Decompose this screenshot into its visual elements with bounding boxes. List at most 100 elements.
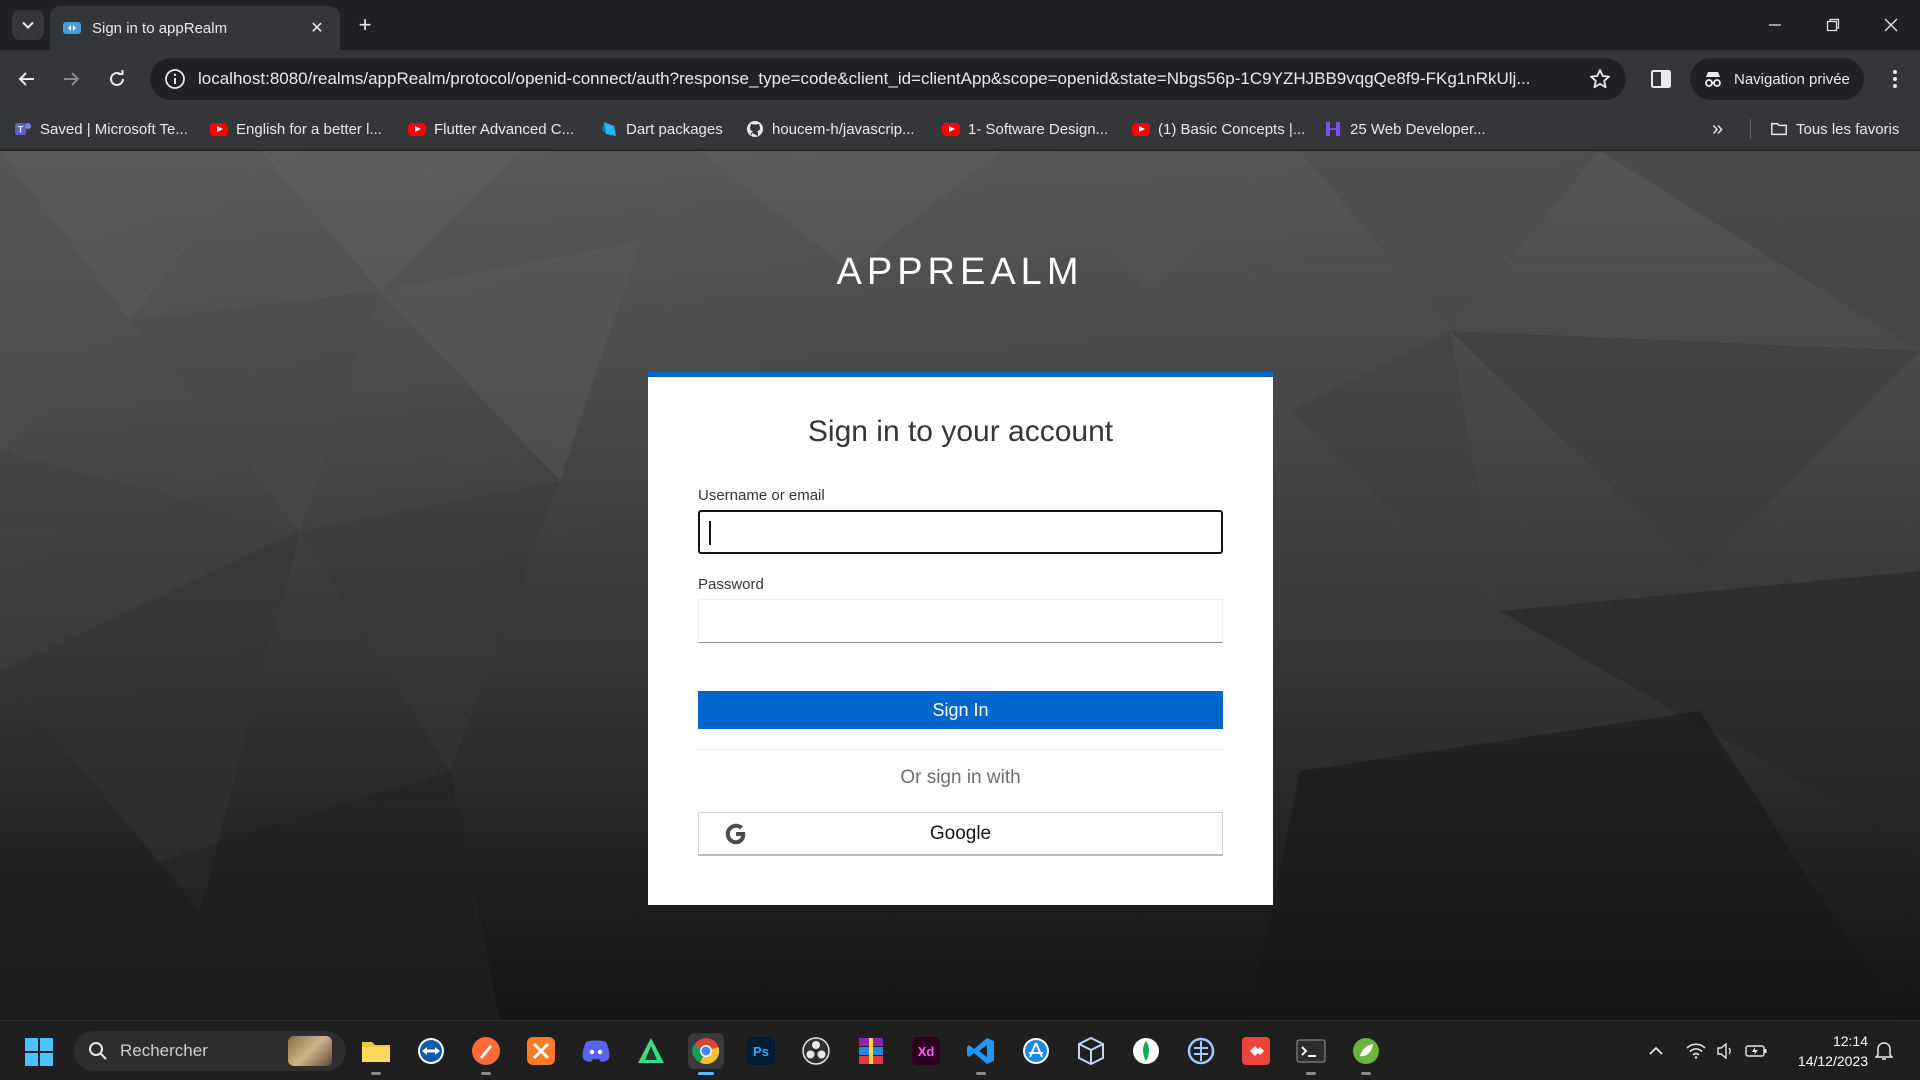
terminal-icon[interactable] <box>1293 1033 1329 1075</box>
bookmark-label: 1- Software Design... <box>968 120 1109 138</box>
obs-icon[interactable] <box>798 1033 834 1069</box>
teams-icon: T <box>14 120 32 138</box>
vscode-icon[interactable] <box>963 1033 999 1075</box>
bookmark-label: Dart packages <box>626 120 723 138</box>
bookmark-label: houcem-h/javascrip... <box>772 120 915 138</box>
spring-tools-icon[interactable] <box>1348 1033 1384 1075</box>
winrar-icon[interactable] <box>853 1033 889 1069</box>
notifications-icon[interactable] <box>1872 1039 1896 1063</box>
google-label: Google <box>929 822 992 844</box>
xampp-icon[interactable] <box>523 1033 559 1069</box>
bookmark-item[interactable]: T Saved | Microsoft Te... <box>14 116 188 142</box>
teamviewer-icon[interactable] <box>413 1033 449 1069</box>
divider <box>698 749 1223 750</box>
network-tool-icon[interactable] <box>1183 1033 1219 1069</box>
bookmark-label: (1) Basic Concepts |... <box>1158 120 1306 138</box>
text-caret <box>709 521 711 545</box>
bookmark-item[interactable]: houcem-h/javascrip... <box>746 116 915 142</box>
restore-button[interactable] <box>1804 0 1862 50</box>
all-bookmarks-button[interactable]: Tous les favoris <box>1770 116 1899 142</box>
mongodb-compass-icon[interactable] <box>1128 1033 1164 1069</box>
bookmark-item[interactable]: Flutter Advanced C... <box>408 116 574 142</box>
discord-icon[interactable] <box>578 1033 614 1069</box>
sign-in-button[interactable]: Sign In <box>698 691 1223 729</box>
arrow-right-icon <box>64 72 80 86</box>
tray-overflow-icon[interactable] <box>1644 1039 1668 1063</box>
bookmark-label: 25 Web Developer... <box>1350 120 1486 138</box>
postman-icon[interactable] <box>468 1033 504 1075</box>
folder-icon <box>1770 120 1788 138</box>
chrome-icon[interactable] <box>688 1033 724 1075</box>
bookmark-label: Flutter Advanced C... <box>434 120 575 138</box>
bookmark-label: Saved | Microsoft Te... <box>40 120 188 138</box>
url-text[interactable]: localhost:8080/realms/appRealm/protocol/… <box>198 69 1576 89</box>
reload-icon <box>110 70 124 86</box>
password-label: Password <box>698 576 764 593</box>
app-store-icon[interactable] <box>1018 1033 1054 1069</box>
google-sign-in-button[interactable]: Google <box>698 812 1223 856</box>
bookmark-item[interactable]: 25 Web Developer... <box>1324 116 1486 142</box>
browser-toolbar: localhost:8080/realms/appRealm/protocol/… <box>0 50 1920 108</box>
search-highlight-icon <box>288 1036 332 1066</box>
card-title: Sign in to your account <box>807 415 1114 448</box>
svg-text:T: T <box>18 125 24 135</box>
browser-tab-active[interactable]: Sign in to appRealm ✕ <box>50 6 340 50</box>
taskbar-search[interactable]: Rechercher <box>74 1031 346 1071</box>
close-icon <box>1884 18 1898 32</box>
browser-menu-button[interactable] <box>1880 64 1910 94</box>
anydesk-icon[interactable] <box>1238 1033 1274 1069</box>
tab-close-icon[interactable]: ✕ <box>306 17 328 39</box>
tab-search-button[interactable] <box>12 10 44 40</box>
taskbar-clock[interactable]: 12:14 14/12/2023 <box>1780 1031 1868 1071</box>
google-icon <box>725 823 746 845</box>
minimize-button[interactable] <box>1746 0 1804 50</box>
youtube-icon <box>210 120 228 138</box>
more-vertical-icon <box>1893 70 1897 88</box>
android-studio-icon[interactable] <box>633 1033 669 1069</box>
site-info-icon[interactable] <box>164 68 186 90</box>
bookmark-item[interactable]: 1- Software Design... <box>942 116 1108 142</box>
password-input[interactable] <box>698 599 1223 643</box>
bookmark-star-icon[interactable] <box>1588 67 1612 91</box>
taskbar-search-placeholder: Rechercher <box>120 1041 208 1060</box>
photoshop-icon[interactable]: Ps <box>743 1033 779 1069</box>
volume-icon[interactable] <box>1714 1039 1738 1063</box>
address-bar[interactable]: localhost:8080/realms/appRealm/protocol/… <box>150 58 1626 100</box>
new-tab-button[interactable]: + <box>352 12 378 38</box>
bookmark-site-icon <box>1324 120 1342 138</box>
arrow-left-icon <box>18 72 34 86</box>
login-page: APPREALM Sign in to your account Usernam… <box>0 151 1920 1020</box>
bookmark-label: English for a better l... <box>236 120 382 138</box>
incognito-label: Navigation privée <box>1734 70 1850 88</box>
youtube-icon <box>1132 120 1150 138</box>
windows-start-icon[interactable] <box>24 1037 54 1067</box>
svg-text:Xd: Xd <box>918 1044 935 1059</box>
chevron-down-icon <box>22 21 34 29</box>
forward-button[interactable] <box>56 64 86 94</box>
youtube-icon <box>408 120 426 138</box>
clock-time: 12:14 <box>1832 1033 1868 1049</box>
adobe-xd-icon[interactable]: Xd <box>908 1033 944 1069</box>
wifi-icon[interactable] <box>1684 1039 1708 1063</box>
or-sign-in-with-text: Or sign in with <box>900 767 1021 788</box>
bookmark-item[interactable]: (1) Basic Concepts |... <box>1132 116 1305 142</box>
reload-button[interactable] <box>102 64 132 94</box>
youtube-icon <box>942 120 960 138</box>
bookmark-item[interactable]: Dart packages <box>600 116 723 142</box>
clock-date: 14/12/2023 <box>1797 1053 1868 1069</box>
login-card: Sign in to your account Username or emai… <box>648 372 1273 905</box>
github-icon <box>746 120 764 138</box>
side-panel-icon[interactable] <box>1648 66 1674 92</box>
battery-icon[interactable] <box>1744 1039 1768 1063</box>
file-explorer-icon[interactable] <box>358 1033 394 1075</box>
incognito-indicator[interactable]: Navigation privée <box>1690 58 1864 100</box>
bookmark-item[interactable]: English for a better l... <box>210 116 382 142</box>
close-window-button[interactable] <box>1862 0 1920 50</box>
bookmarks-separator <box>1750 119 1751 139</box>
virtualbox-icon[interactable] <box>1073 1033 1109 1069</box>
back-button[interactable] <box>12 64 42 94</box>
bookmarks-overflow-button[interactable]: » <box>1712 116 1723 142</box>
realm-title: APPREALM <box>836 251 1084 293</box>
keycloak-favicon-icon <box>63 22 81 34</box>
username-input[interactable] <box>698 510 1223 554</box>
